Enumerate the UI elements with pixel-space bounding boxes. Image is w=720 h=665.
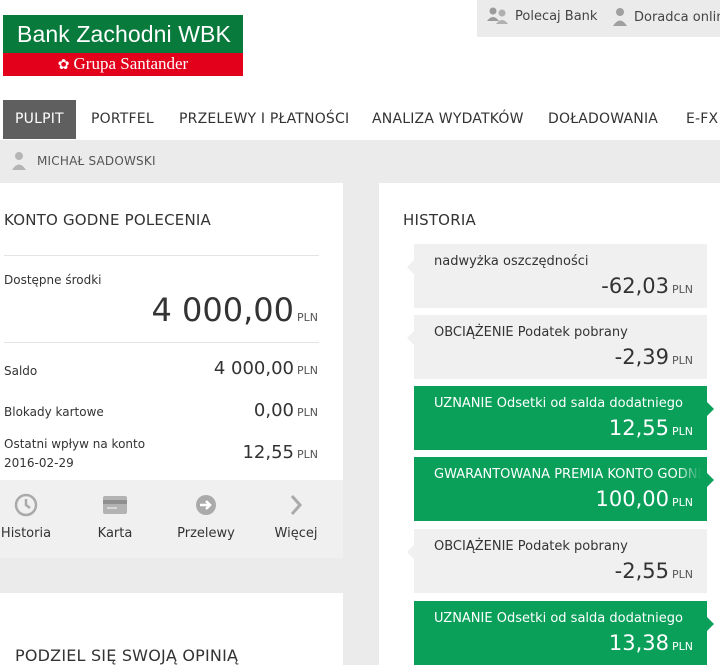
history-item-amount: -2,55 PLN (615, 559, 693, 583)
history-item-pointer (707, 617, 714, 631)
top-links: Polecaj Bank Doradca online (477, 0, 720, 37)
history-item-amount: 13,38 PLN (609, 631, 693, 655)
people-icon (487, 7, 508, 24)
history-item[interactable]: GWARANTOWANA PREMIA KONTO GODNE POLECENI… (414, 457, 707, 521)
header: Bank Zachodni WBK ✿ Grupa Santander Polec… (0, 0, 720, 98)
nav-item-przelewy[interactable]: PRZELEWY I PŁATNOŚCI (179, 100, 349, 139)
account-card: KONTO GODNE POLECENIA Dostępne środki 4 … (0, 183, 343, 558)
bank-logo[interactable]: Bank Zachodni WBK ✿ Grupa Santander (3, 15, 243, 76)
balance-label: Saldo (4, 364, 38, 378)
history-item[interactable]: OBCIĄŻENIE Podatek pobrany -2,39 PLN (414, 315, 707, 379)
recommend-bank-label: Polecaj Bank (515, 8, 598, 24)
nav-item-efx[interactable]: E-FX (686, 100, 718, 139)
currency-label: PLN (672, 568, 693, 581)
card-blocks-amount: 0,00 (253, 400, 294, 421)
currency-label: PLN (672, 283, 693, 296)
currency-label: PLN (297, 448, 318, 461)
more-button[interactable]: Więcej (270, 480, 322, 558)
account-title[interactable]: KONTO GODNE POLECENIA (4, 211, 211, 229)
history-item-amount: 12,55 PLN (609, 416, 693, 440)
currency-label: PLN (672, 354, 693, 367)
history-item-pointer (407, 331, 414, 345)
history-item-value: 100,00 (595, 487, 669, 511)
history-item[interactable]: UZNANIE Odsetki od salda dodatniego 12,5… (414, 386, 707, 450)
history-item-pointer (407, 545, 414, 559)
online-advisor-link[interactable]: Doradca online (612, 7, 720, 27)
divider (4, 342, 319, 343)
last-deposit-value: 12,55 PLN (242, 442, 318, 463)
account-actions: Historia Karta Przelewy Więcej (0, 480, 343, 558)
history-item-pointer (707, 402, 714, 416)
history-button[interactable]: Historia (0, 480, 52, 558)
currency-label: PLN (672, 496, 693, 509)
logo-subtitle: ✿ Grupa Santander (3, 53, 243, 76)
history-item-amount: -2,39 PLN (615, 345, 693, 369)
currency-label: PLN (297, 406, 318, 419)
last-deposit-date: 2016-02-29 (4, 456, 74, 470)
history-item-amount: 100,00 PLN (596, 487, 693, 511)
history-item-description: UZNANIE Odsetki od salda dodatniego (434, 396, 683, 411)
transfers-button[interactable]: Przelewy (170, 480, 242, 558)
logo-subtitle-text: Grupa Santander (73, 54, 189, 73)
currency-label: PLN (672, 425, 693, 438)
card-button[interactable]: Karta (90, 480, 140, 558)
arrow-circle-icon (196, 495, 216, 515)
history-title[interactable]: HISTORIA (403, 211, 476, 229)
history-item-value: 12,55 (608, 416, 669, 440)
available-funds-value: 4 000,00 PLN (152, 291, 319, 329)
opinion-card: PODZIEL SIĘ SWOJĄ OPINIĄ (0, 593, 343, 665)
flame-icon: ✿ (57, 58, 70, 73)
history-item-description: UZNANIE Odsetki od salda dodatniego (434, 611, 683, 626)
more-button-label: Więcej (274, 526, 318, 541)
history-item-value: -2,39 (614, 345, 669, 369)
user-bar: MICHAŁ SADOWSKI (0, 140, 720, 183)
advisor-icon (613, 8, 627, 26)
text-fade (677, 457, 707, 487)
nav-item-doladowania[interactable]: DOŁADOWANIA (548, 100, 658, 139)
card-icon (103, 496, 127, 514)
user-icon (12, 152, 26, 170)
history-item-description: GWARANTOWANA PREMIA KONTO GODNE POLECENI… (434, 467, 707, 482)
card-blocks-value: 0,00 PLN (254, 400, 318, 421)
opinion-title[interactable]: PODZIEL SIĘ SWOJĄ OPINIĄ (15, 646, 238, 665)
online-advisor-label: Doradca online (634, 9, 720, 25)
balance-value: 4 000,00 PLN (214, 358, 318, 379)
currency-label: PLN (297, 364, 318, 377)
last-deposit-amount: 12,55 (242, 442, 294, 463)
history-item-value: -2,55 (614, 559, 669, 583)
logo-title: Bank Zachodni WBK (17, 21, 231, 47)
currency-label: PLN (297, 311, 318, 324)
available-funds-label: Dostępne środki (4, 273, 102, 287)
card-button-label: Karta (97, 526, 133, 541)
transfers-button-label: Przelewy (177, 526, 235, 541)
nav-item-portfel[interactable]: PORTFEL (91, 100, 154, 139)
recommend-bank-link[interactable]: Polecaj Bank (487, 7, 597, 25)
history-item-description: OBCIĄŻENIE Podatek pobrany (434, 539, 628, 554)
history-item[interactable]: UZNANIE Odsetki od salda dodatniego 13,3… (414, 601, 707, 665)
user-name[interactable]: MICHAŁ SADOWSKI (37, 154, 156, 168)
history-item[interactable]: OBCIĄŻENIE Podatek pobrany -2,55 PLN (414, 529, 707, 593)
history-item-amount: -62,03 PLN (601, 274, 693, 298)
history-item-pointer (707, 473, 714, 487)
history-item[interactable]: nadwyżka oszczędności -62,03 PLN (414, 244, 707, 308)
nav-item-analiza[interactable]: ANALIZA WYDATKÓW (372, 100, 524, 139)
nav-item-pulpit[interactable]: PULPIT (3, 100, 76, 139)
currency-label: PLN (672, 640, 693, 653)
divider (4, 255, 319, 256)
balance-amount: 4 000,00 (213, 358, 294, 379)
card-blocks-label: Blokady kartowe (4, 405, 104, 419)
clock-icon (14, 493, 38, 517)
available-funds-amount: 4 000,00 (151, 291, 295, 329)
history-item-value: 13,38 (608, 631, 669, 655)
history-item-description: nadwyżka oszczędności (434, 254, 589, 269)
history-item-pointer (407, 260, 414, 274)
history-item-description: OBCIĄŻENIE Podatek pobrany (434, 325, 628, 340)
history-item-value: -62,03 (601, 274, 669, 298)
main-nav: PULPIT PORTFEL PRZELEWY I PŁATNOŚCI ANAL… (0, 98, 720, 140)
last-deposit-label: Ostatni wpływ na konto (4, 437, 146, 451)
chevron-right-icon (290, 495, 303, 515)
history-button-label: Historia (0, 526, 52, 541)
